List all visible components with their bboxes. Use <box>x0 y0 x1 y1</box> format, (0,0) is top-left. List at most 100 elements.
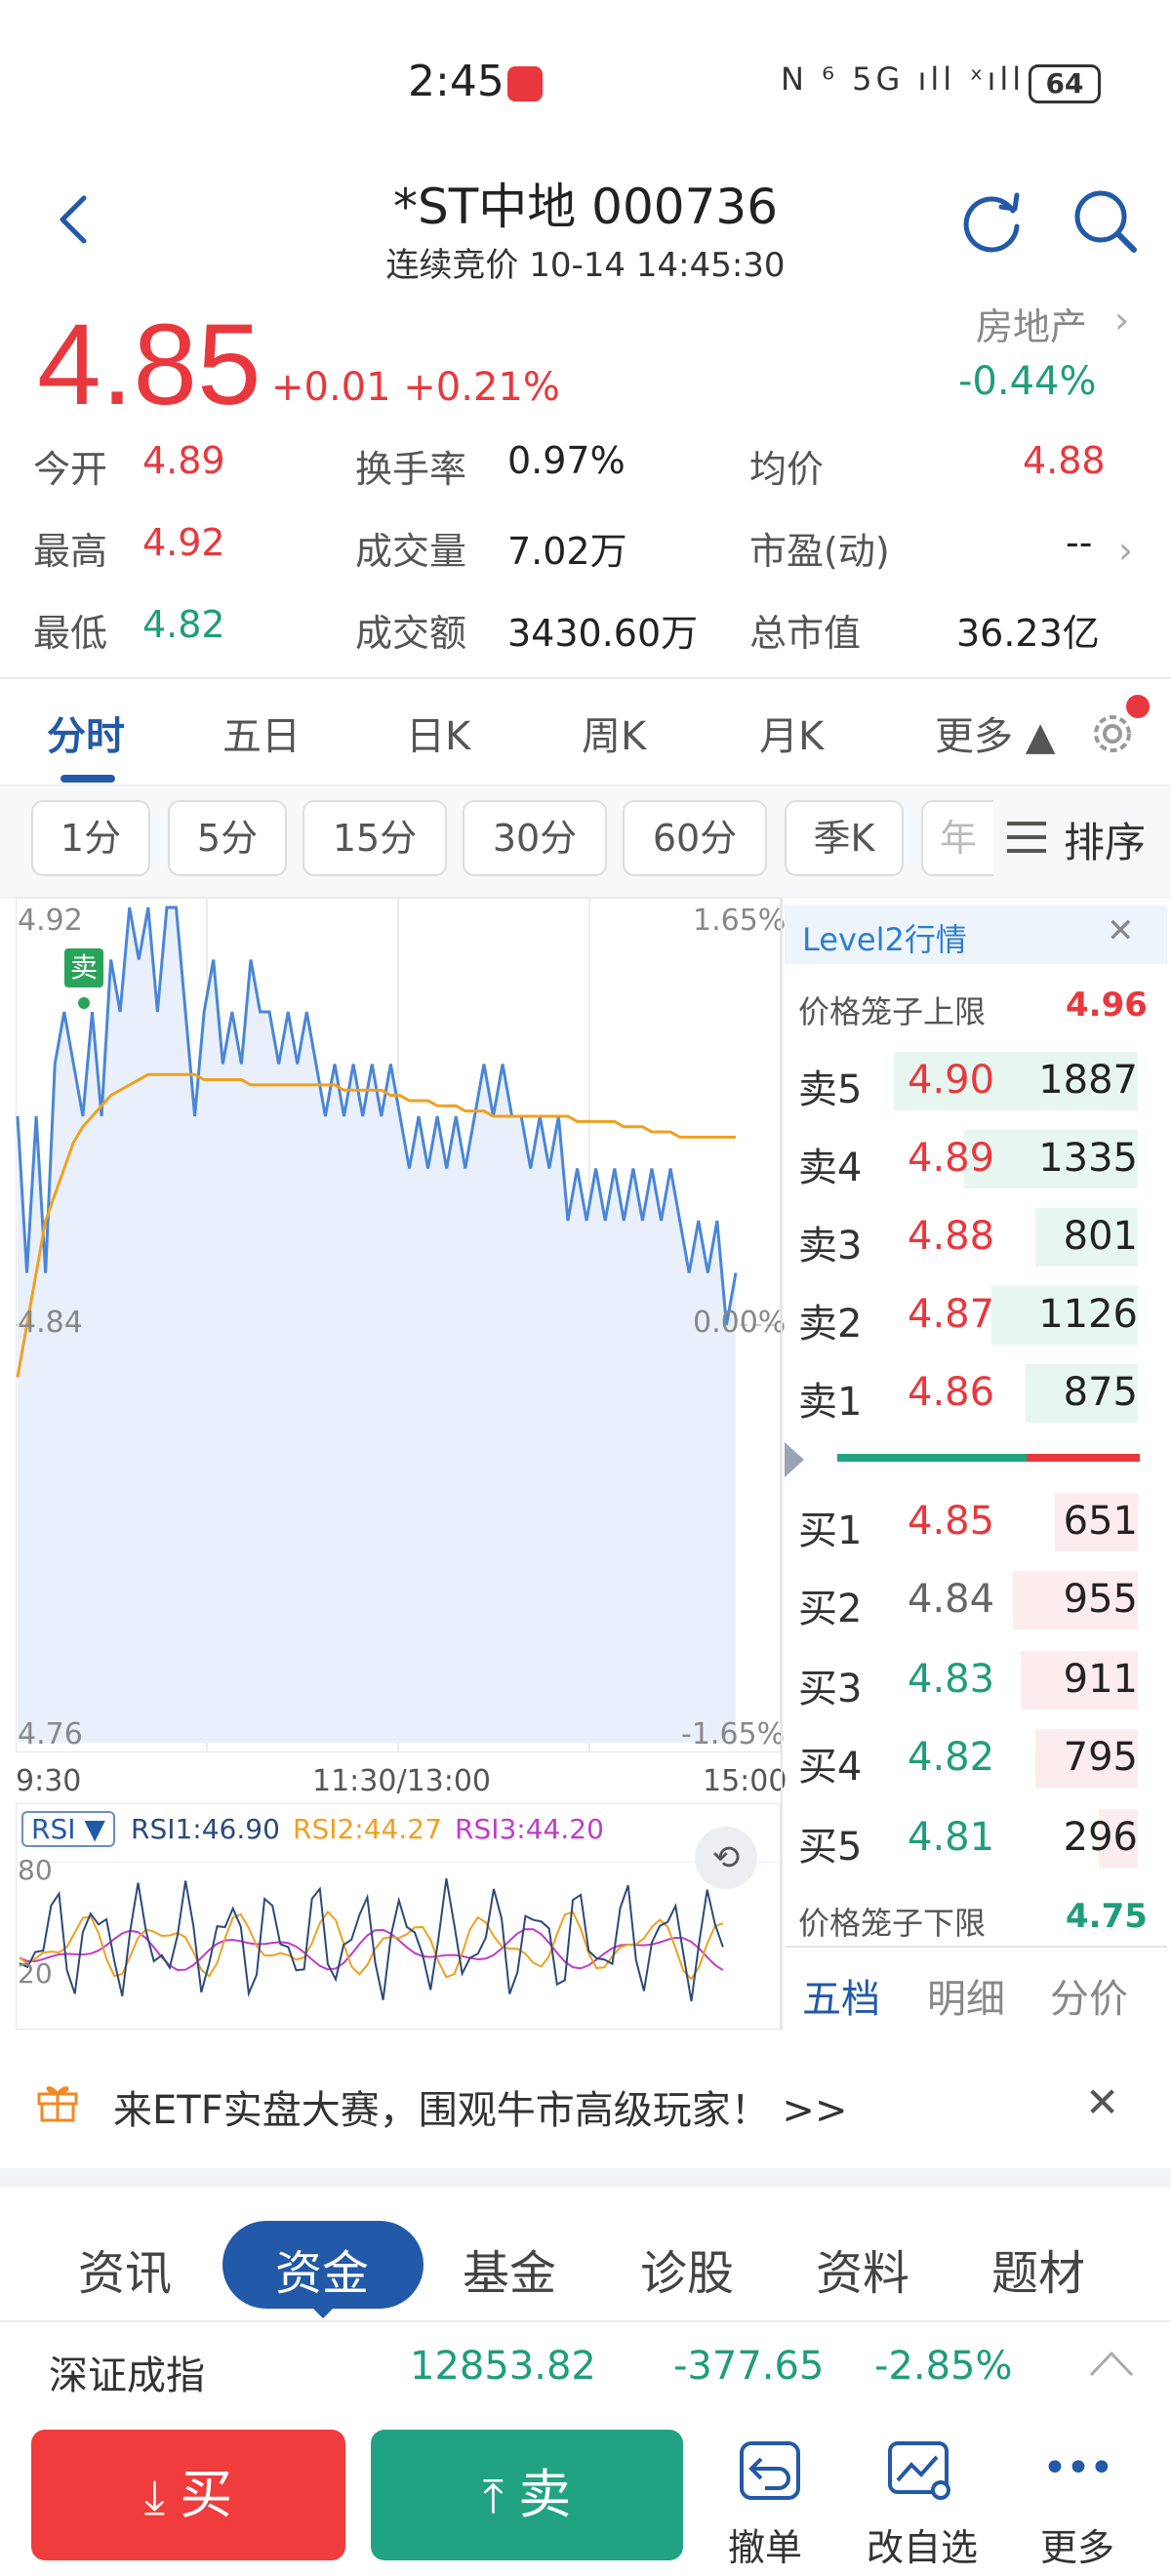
more-icon[interactable]: ••• <box>1042 2443 1114 2508</box>
bid-volume: 296 <box>1063 1815 1138 1860</box>
tab-capital[interactable]: 资金 <box>275 2234 369 2303</box>
stat-value: 36.23亿 <box>956 612 1100 655</box>
play-icon <box>785 1442 804 1477</box>
tab-news[interactable]: 资讯 <box>78 2234 172 2303</box>
ask-level-label: 卖3 <box>798 1224 863 1268</box>
battery-icon: 64 <box>1029 64 1101 103</box>
ask-volume: 1335 <box>1038 1136 1138 1181</box>
limit-up-label: 价格笼子上限 <box>798 993 987 1030</box>
index-value: 12853.82 <box>410 2344 596 2389</box>
tab-profile[interactable]: 资料 <box>816 2234 909 2303</box>
rsi-selector[interactable]: RSI ▼ <box>21 1811 115 1847</box>
stat-label: 换手率 <box>355 448 467 491</box>
tab-details[interactable]: 明细 <box>927 1967 1005 2024</box>
stat-value: 7.02万 <box>507 530 627 573</box>
edit-watchlist-label[interactable]: 改自选 <box>867 2517 978 2571</box>
sort-button[interactable]: 排序 <box>1064 810 1146 869</box>
tab-weekly-k[interactable]: 周K <box>582 704 646 761</box>
bid-volume: 955 <box>1063 1577 1138 1622</box>
chevron-right-icon[interactable]: › <box>1114 299 1129 342</box>
rotate-icon[interactable]: ⟲ <box>695 1827 757 1889</box>
buy-arrow-icon: ⤓ <box>143 2470 181 2524</box>
bid-level-label: 买5 <box>798 1825 863 1870</box>
stat-label[interactable]: 市盈(动) <box>749 521 890 575</box>
limit-down-value: 4.75 <box>1066 1897 1148 1936</box>
period-5min[interactable]: 5分 <box>168 800 287 876</box>
bid-price[interactable]: 4.83 <box>908 1657 994 1702</box>
chevron-up-icon[interactable] <box>1087 2344 1136 2383</box>
period-60min[interactable]: 60分 <box>623 800 767 876</box>
edit-watchlist-icon[interactable] <box>886 2439 954 2504</box>
bid-level-label: 买1 <box>798 1509 863 1553</box>
tab-monthly-k[interactable]: 月K <box>759 704 824 761</box>
refresh-icon[interactable] <box>958 187 1027 256</box>
period-15min[interactable]: 15分 <box>303 800 447 876</box>
y-axis-max: 4.92 <box>18 904 83 938</box>
period-year-k[interactable]: 年 <box>921 800 993 876</box>
ask-level-label: 卖4 <box>798 1146 863 1190</box>
ask-price[interactable]: 4.89 <box>908 1136 994 1181</box>
bid-level-label: 买3 <box>798 1667 863 1711</box>
tab-more[interactable]: 更多 ▲ <box>935 704 1055 761</box>
tab-intraday[interactable]: 分时 <box>47 704 125 761</box>
search-icon[interactable] <box>1070 185 1140 256</box>
rsi1-value: RSI1:46.90 <box>131 1813 280 1845</box>
trading-status: 连续竞价 10-14 14:45:30 <box>385 246 786 285</box>
tab-themes[interactable]: 题材 <box>991 2234 1085 2303</box>
notification-dot <box>1126 695 1150 718</box>
list-icon[interactable] <box>1005 820 1048 855</box>
period-quarter-k[interactable]: 季K <box>785 800 904 876</box>
level2-title[interactable]: Level2行情 <box>802 915 967 960</box>
stat-value: 4.92 <box>142 521 225 564</box>
bid-price[interactable]: 4.84 <box>908 1577 994 1622</box>
ask-price[interactable]: 4.86 <box>908 1370 994 1415</box>
sector-link[interactable]: 房地产 <box>976 297 1087 350</box>
tab-funds[interactable]: 基金 <box>463 2234 556 2303</box>
stat-value: 4.89 <box>142 439 225 482</box>
ask-price[interactable]: 4.88 <box>908 1214 994 1259</box>
price-change: +0.01 +0.21% <box>271 365 560 410</box>
cancel-order-label[interactable]: 撤单 <box>728 2517 802 2571</box>
back-icon[interactable] <box>47 190 105 249</box>
close-icon[interactable]: ✕ <box>1085 2078 1119 2126</box>
stat-label: 今开 <box>33 448 108 491</box>
status-time: 2:45 <box>408 57 505 106</box>
bid-price[interactable]: 4.81 <box>908 1815 994 1860</box>
sell-marker[interactable]: 卖 <box>64 948 103 987</box>
chevron-right-icon[interactable]: › <box>1118 529 1133 572</box>
index-name: 深证成指 <box>49 2354 205 2398</box>
tab-five-day[interactable]: 五日 <box>222 704 301 761</box>
divider <box>0 677 1171 679</box>
stat-label: 均价 <box>749 448 825 491</box>
gift-icon <box>37 2086 78 2122</box>
banner-text[interactable]: 来ETF实盘大赛，围观牛市高级玩家！ >> <box>113 2078 847 2135</box>
close-icon[interactable]: ✕ <box>1107 911 1135 950</box>
active-tab-indicator <box>61 775 115 783</box>
period-30min[interactable]: 30分 <box>463 800 607 876</box>
buy-button[interactable]: ⤓ 买 <box>31 2430 345 2560</box>
bid-volume: 911 <box>1063 1657 1138 1702</box>
cancel-order-icon[interactable] <box>736 2439 804 2504</box>
x-axis-midday: 11:30/13:00 <box>312 1764 492 1798</box>
rsi-level-high: 80 <box>18 1854 53 1886</box>
stat-value: -- <box>1066 521 1093 564</box>
tab-price-distribution[interactable]: 分价 <box>1050 1967 1128 2024</box>
tab-daily-k[interactable]: 日K <box>406 704 470 761</box>
sell-button[interactable]: ⤒ 卖 <box>371 2430 683 2560</box>
divider <box>785 1946 1167 1948</box>
bid-price[interactable]: 4.85 <box>908 1499 994 1544</box>
bid-volume: 795 <box>1063 1735 1138 1780</box>
buy-label: 买 <box>180 2464 233 2525</box>
intraday-chart[interactable] <box>16 898 781 1752</box>
more-label[interactable]: 更多 <box>1040 2517 1114 2571</box>
bid-price[interactable]: 4.82 <box>908 1735 994 1780</box>
ask-price[interactable]: 4.87 <box>908 1292 994 1337</box>
tab-five-levels[interactable]: 五档 <box>802 1967 880 2024</box>
ask-price[interactable]: 4.90 <box>908 1058 994 1103</box>
stat-label: 最低 <box>33 612 108 655</box>
period-1min[interactable]: 1分 <box>31 800 150 876</box>
sell-label: 卖 <box>518 2464 572 2525</box>
tab-diagnosis[interactable]: 诊股 <box>640 2234 734 2303</box>
y-axis-right-mid: 0.00% <box>693 1306 787 1340</box>
stat-label: 成交量 <box>355 530 467 573</box>
